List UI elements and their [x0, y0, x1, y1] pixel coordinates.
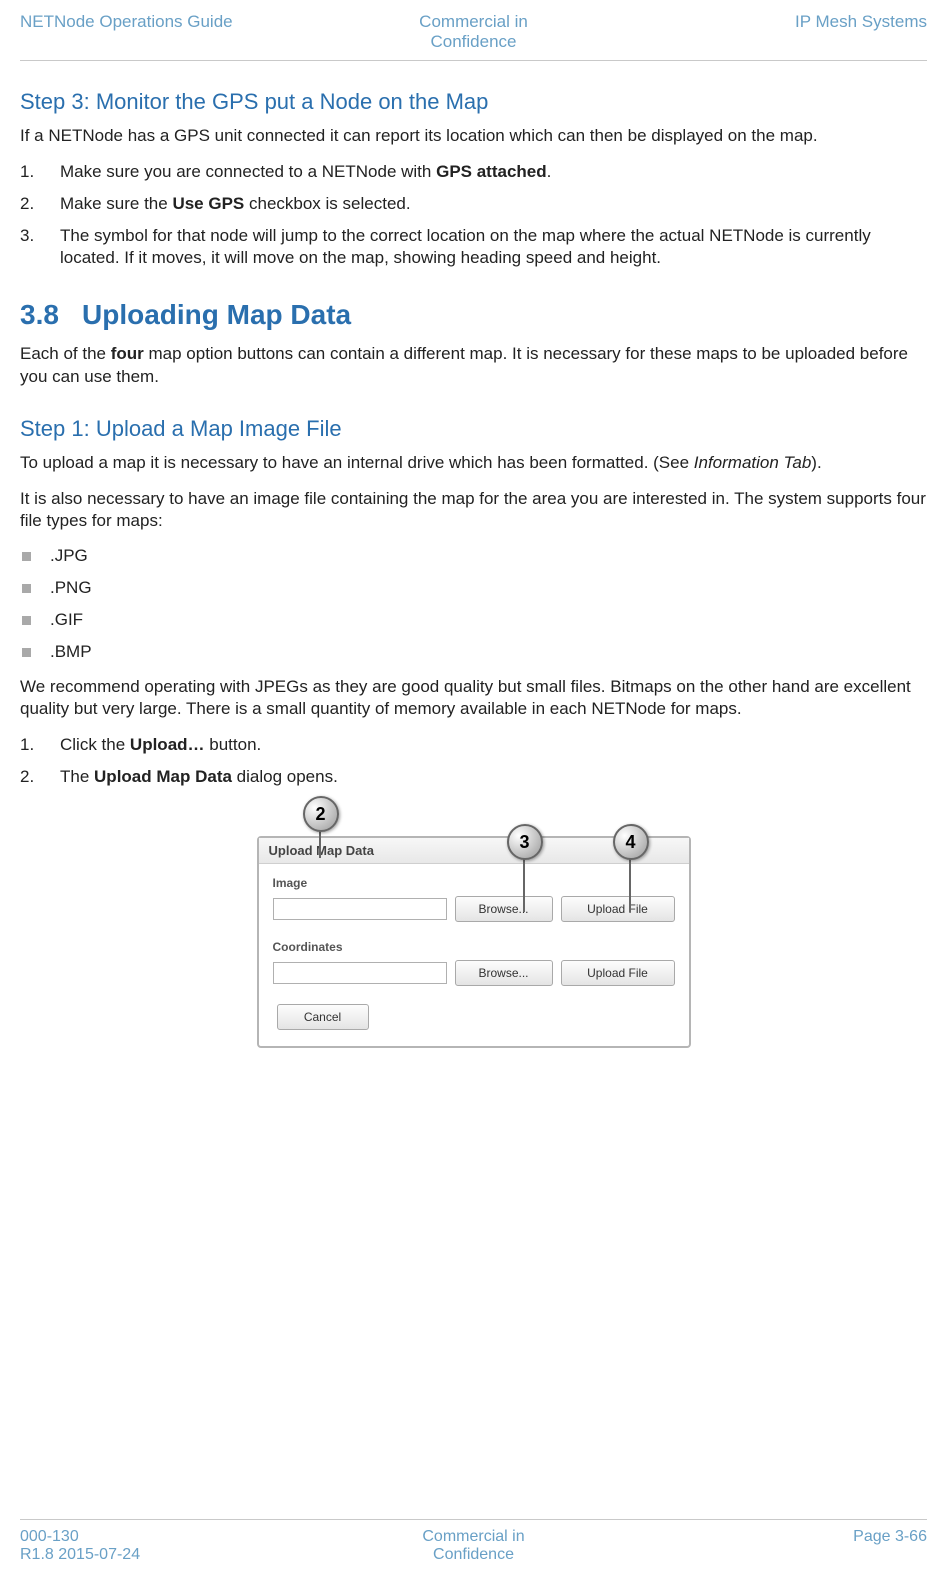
page-footer: 000-130 R1.8 2015-07-24 Commercial in Co… — [20, 1519, 927, 1564]
upload-map-data-dialog: Upload Map Data Image Browse... Upload F… — [257, 836, 691, 1048]
callout-line — [319, 828, 321, 858]
footer-right: Page 3-66 — [628, 1528, 927, 1564]
step1-p1: To upload a map it is necessary to have … — [20, 452, 927, 474]
step3-heading: Step 3: Monitor the GPS put a Node on th… — [20, 89, 927, 115]
list-item: .GIF — [20, 610, 927, 630]
callout-line — [523, 856, 525, 912]
header-right: IP Mesh Systems — [628, 12, 927, 52]
callout-4: 4 — [613, 824, 649, 860]
list-item: Make sure the Use GPS checkbox is select… — [20, 193, 927, 215]
step3-list: Make sure you are connected to a NETNode… — [20, 161, 927, 269]
coordinates-browse-button[interactable]: Browse... — [455, 960, 553, 986]
footer-center: Commercial in Confidence — [324, 1528, 623, 1564]
list-item: .BMP — [20, 642, 927, 662]
coordinates-group-label: Coordinates — [273, 940, 675, 954]
image-upload-button[interactable]: Upload File — [561, 896, 675, 922]
coordinates-upload-button[interactable]: Upload File — [561, 960, 675, 986]
coordinates-path-input[interactable] — [273, 962, 447, 984]
step3-intro: If a NETNode has a GPS unit connected it… — [20, 125, 927, 147]
header-left: NETNode Operations Guide — [20, 12, 319, 52]
callout-line — [629, 856, 631, 912]
list-item: Make sure you are connected to a NETNode… — [20, 161, 927, 183]
footer-left: 000-130 R1.8 2015-07-24 — [20, 1528, 319, 1564]
header-center: Commercial in Confidence — [324, 12, 623, 52]
list-item: .PNG — [20, 578, 927, 598]
section-3-8-intro: Each of the four map option buttons can … — [20, 343, 927, 387]
list-item: Click the Upload… button. — [20, 734, 927, 756]
callout-2: 2 — [303, 796, 339, 832]
page-header: NETNode Operations Guide Commercial in C… — [20, 12, 927, 61]
upload-dialog-figure: 2 3 4 Upload Map Data Image Browse... Up… — [20, 806, 927, 1048]
list-item: The Upload Map Data dialog opens. — [20, 766, 927, 788]
image-group-label: Image — [273, 876, 675, 890]
callout-3: 3 — [507, 824, 543, 860]
list-item: The symbol for that node will jump to th… — [20, 225, 927, 269]
step1-p3: We recommend operating with JPEGs as the… — [20, 676, 927, 720]
step1-p2: It is also necessary to have an image fi… — [20, 488, 927, 532]
step1-heading: Step 1: Upload a Map Image File — [20, 416, 927, 442]
list-item: .JPG — [20, 546, 927, 566]
filetype-list: .JPG .PNG .GIF .BMP — [20, 546, 927, 662]
image-path-input[interactable] — [273, 898, 447, 920]
cancel-button[interactable]: Cancel — [277, 1004, 369, 1030]
section-3-8-heading: 3.8Uploading Map Data — [20, 299, 927, 331]
step1-list: Click the Upload… button. The Upload Map… — [20, 734, 927, 788]
image-browse-button[interactable]: Browse... — [455, 896, 553, 922]
